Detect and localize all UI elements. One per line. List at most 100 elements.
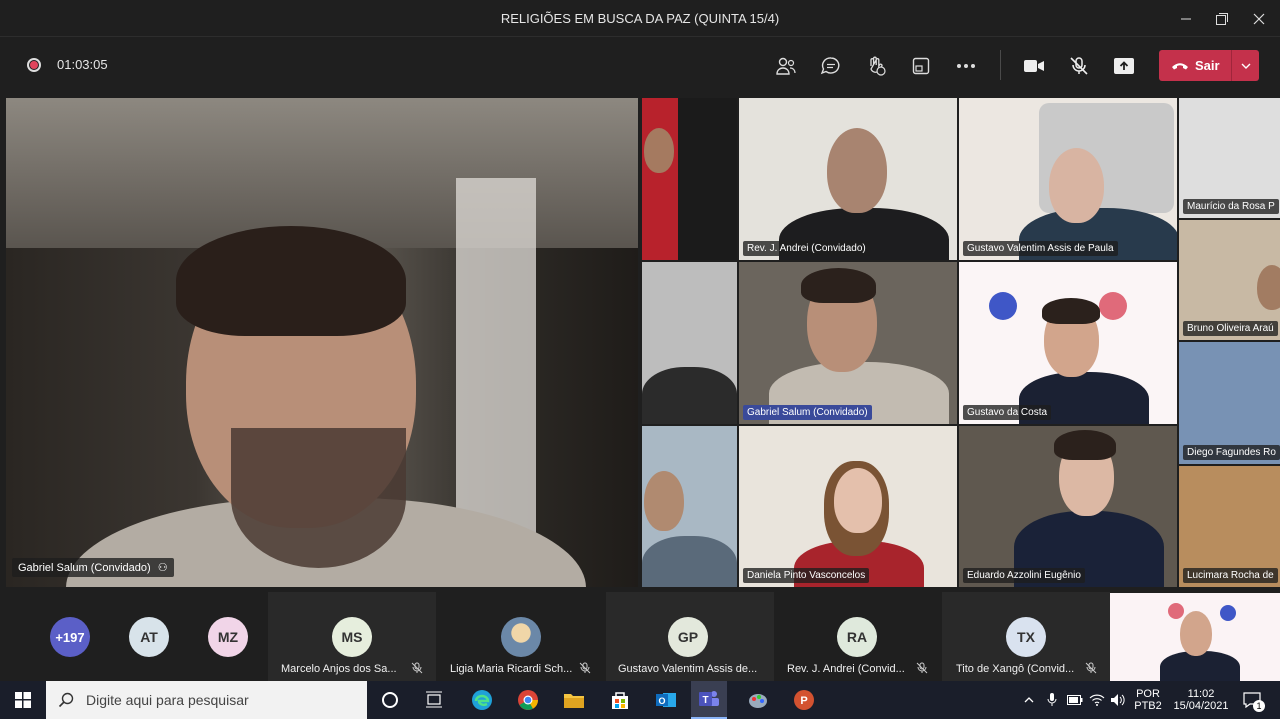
participant-photo	[501, 617, 541, 657]
participant-name: Rev. J. Andrei (Convid...	[787, 663, 905, 675]
show-chat-button[interactable]	[815, 50, 847, 82]
main-speaker-video[interactable]: Gabriel Salum (Convidado) ⚇	[6, 98, 638, 587]
video-tile[interactable]: Rev. J. Andrei (Convidado)	[739, 98, 957, 260]
self-preview-video[interactable]	[1110, 593, 1280, 681]
cortana-button[interactable]	[372, 681, 408, 719]
file-explorer-taskbar-button[interactable]	[556, 681, 592, 719]
participant-name: Bruno Oliveira Araú	[1183, 321, 1278, 336]
volume-icon	[1111, 694, 1125, 706]
input-language[interactable]: POR PTB2	[1132, 681, 1164, 719]
svg-text:O: O	[658, 696, 665, 706]
participant-tile[interactable]: RA Rev. J. Andrei (Convid...	[774, 592, 942, 681]
participant-avatar: GP	[668, 617, 708, 657]
participant-body	[642, 536, 737, 587]
mic-off-icon	[1070, 57, 1088, 75]
show-participants-button[interactable]	[770, 50, 802, 82]
participant-tile[interactable]: TX Tito de Xangô (Convid...	[942, 592, 1110, 681]
participant-avatar: TX	[1006, 617, 1046, 657]
video-tile[interactable]: Gabriel Salum (Convidado)	[739, 262, 957, 424]
video-tile[interactable]: Diego Fagundes Ro	[1179, 342, 1280, 464]
participant-name: Gustavo Valentim Assis de...	[618, 663, 758, 675]
video-tile[interactable]: Gustavo da Costa	[959, 262, 1177, 424]
restore-icon	[1216, 12, 1228, 25]
video-tile[interactable]: Bruno Oliveira Araú	[1179, 220, 1280, 340]
participant-avatar[interactable]: AT	[129, 617, 169, 657]
paint-taskbar-button[interactable]	[740, 681, 776, 719]
video-tile[interactable]: Lucimara Rocha de	[1179, 466, 1280, 587]
store-icon	[612, 692, 628, 709]
video-background	[642, 98, 678, 260]
tray-wifi[interactable]	[1086, 681, 1108, 719]
more-participants-button[interactable]: +197	[50, 617, 90, 657]
participant-name: Diego Fagundes Ro	[1183, 445, 1280, 460]
leave-button[interactable]: Sair	[1159, 50, 1259, 81]
search-icon	[58, 692, 74, 708]
video-tile[interactable]: Eduardo Azzolini Eugênio	[959, 426, 1177, 587]
raise-hand-icon	[870, 56, 886, 76]
participant-head	[1180, 611, 1212, 656]
outlook-taskbar-button[interactable]: O	[648, 681, 684, 719]
cortana-icon	[382, 692, 398, 708]
camera-button[interactable]	[1018, 50, 1050, 82]
language-label: POR	[1136, 688, 1160, 700]
speaker-hair	[176, 226, 406, 336]
participant-tile[interactable]: Ligia Maria Ricardi Sch...	[438, 592, 606, 681]
participant-hair	[1042, 298, 1100, 324]
reactions-button[interactable]	[860, 50, 892, 82]
svg-text:T: T	[702, 695, 708, 706]
participant-tile[interactable]: GP Gustavo Valentim Assis de...	[606, 592, 774, 681]
more-actions-button[interactable]	[950, 50, 982, 82]
tray-volume[interactable]	[1107, 681, 1129, 719]
powerpoint-taskbar-button[interactable]: P	[786, 681, 822, 719]
mute-button[interactable]	[1063, 50, 1095, 82]
participant-tile[interactable]: MS Marcelo Anjos dos Sa...	[268, 592, 436, 681]
close-icon	[1253, 13, 1265, 24]
video-tile[interactable]	[642, 98, 737, 260]
tray-battery[interactable]	[1064, 681, 1086, 719]
taskbar-search-box[interactable]: Digite aqui para pesquisar	[46, 681, 367, 719]
store-taskbar-button[interactable]	[602, 681, 638, 719]
participant-head	[644, 471, 684, 531]
participant-body	[642, 367, 737, 424]
main-speaker-name: Gabriel Salum (Convidado)	[18, 562, 151, 574]
folder-icon	[564, 694, 584, 708]
tray-overflow-button[interactable]	[1018, 681, 1040, 719]
participant-name: Maurício da Rosa P	[1183, 199, 1279, 214]
participant-name: Eduardo Azzolini Eugênio	[963, 568, 1085, 583]
video-tile[interactable]	[642, 262, 737, 424]
participant-head	[1257, 265, 1280, 310]
edge-icon	[472, 690, 492, 710]
clock[interactable]: 11:02 15/04/2021	[1168, 681, 1234, 719]
powerpoint-icon: P	[794, 690, 814, 710]
video-tile[interactable]: Maurício da Rosa P	[1179, 98, 1280, 218]
participant-name: Lucimara Rocha de	[1183, 568, 1278, 583]
clock-date: 15/04/2021	[1173, 700, 1229, 712]
video-tile[interactable]: Daniela Pinto Vasconcelos	[739, 426, 957, 587]
video-tile[interactable]: Gustavo Valentim Assis de Paula	[959, 98, 1177, 260]
chevron-up-icon	[1024, 697, 1034, 703]
chrome-taskbar-button[interactable]	[510, 681, 546, 719]
participant-name: Gabriel Salum (Convidado)	[743, 405, 872, 420]
task-view-button[interactable]	[416, 681, 452, 719]
task-view-icon	[426, 691, 442, 708]
chrome-icon	[518, 690, 538, 710]
notifications-button[interactable]: 1	[1236, 681, 1268, 719]
share-content-button[interactable]	[1108, 50, 1140, 82]
tray-microphone[interactable]	[1042, 681, 1062, 719]
participant-head	[827, 128, 887, 213]
participant-avatar: MS	[332, 617, 372, 657]
rooms-button[interactable]	[905, 50, 937, 82]
mic-off-icon	[1085, 662, 1097, 674]
people-icon	[776, 57, 796, 75]
teams-taskbar-button[interactable]: T	[691, 681, 727, 719]
close-window-button[interactable]	[1236, 0, 1280, 37]
start-button[interactable]	[5, 681, 41, 719]
hang-up-icon	[1159, 61, 1189, 71]
symbol-icon	[1168, 603, 1184, 619]
edge-taskbar-button[interactable]	[464, 681, 500, 719]
recording-icon	[27, 58, 41, 72]
video-tile[interactable]	[642, 426, 737, 587]
chevron-down-icon[interactable]	[1231, 50, 1259, 81]
participant-avatar[interactable]: MZ	[208, 617, 248, 657]
participant-head	[834, 468, 882, 533]
